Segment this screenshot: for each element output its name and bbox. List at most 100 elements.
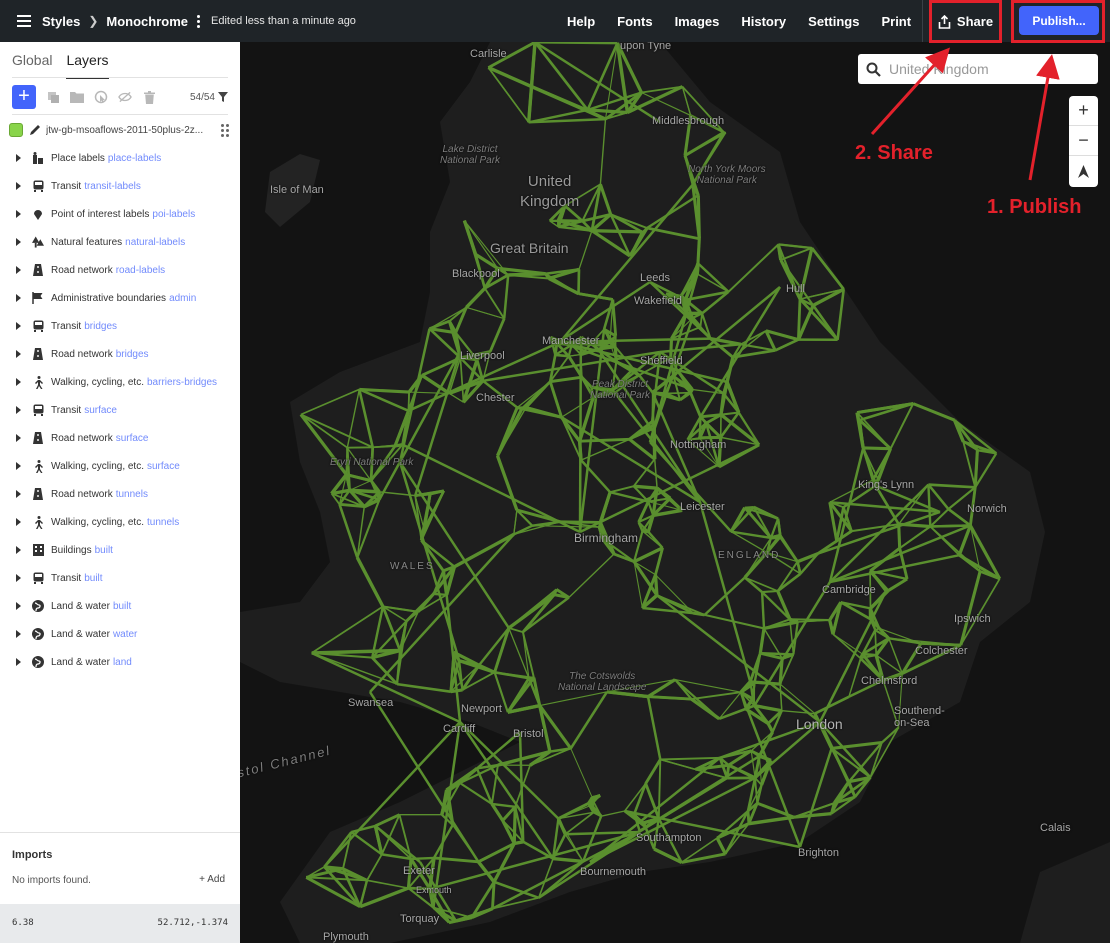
nav-fonts[interactable]: Fonts bbox=[606, 14, 663, 29]
layer-label: Transit bbox=[51, 572, 82, 584]
layer-label: Land & water bbox=[51, 628, 110, 640]
expand-caret-icon[interactable] bbox=[16, 434, 21, 442]
layer-id: tunnels bbox=[147, 516, 180, 528]
expand-caret-icon[interactable] bbox=[16, 182, 21, 190]
annotation-share: 2. Share bbox=[855, 142, 933, 164]
search-input[interactable] bbox=[889, 61, 1089, 77]
share-icon bbox=[938, 14, 951, 29]
expand-caret-icon[interactable] bbox=[16, 602, 21, 610]
walking-icon bbox=[32, 375, 44, 389]
layer-row[interactable]: Point of interest labels poi-labels bbox=[0, 200, 240, 228]
layer-id: bridges bbox=[84, 320, 118, 332]
layer-id: natural-labels bbox=[125, 236, 186, 248]
add-layer-button[interactable]: + bbox=[12, 85, 36, 109]
map-search-box bbox=[858, 54, 1098, 84]
layer-label: Natural features bbox=[51, 236, 123, 248]
layer-label: Walking, cycling, etc. bbox=[51, 460, 144, 472]
flow-line bbox=[930, 524, 971, 528]
menu-icon[interactable] bbox=[17, 15, 31, 27]
layer-label: Administrative boundaries bbox=[51, 292, 167, 304]
layer-row[interactable]: Walking, cycling, etc. tunnels bbox=[0, 508, 240, 536]
breadcrumb-style-name[interactable]: Monochrome bbox=[106, 14, 188, 29]
expand-caret-icon[interactable] bbox=[16, 350, 21, 358]
expand-caret-icon[interactable] bbox=[16, 490, 21, 498]
expand-caret-icon[interactable] bbox=[16, 658, 21, 666]
layer-row[interactable]: Land & water built bbox=[0, 592, 240, 620]
layer-row[interactable]: Land & water water bbox=[0, 620, 240, 648]
pencil-icon bbox=[29, 124, 41, 136]
layer-id: surface bbox=[115, 432, 149, 444]
tab-layers[interactable]: Layers bbox=[66, 52, 109, 79]
flow-line bbox=[762, 589, 778, 594]
layer-row[interactable]: Transit built bbox=[0, 564, 240, 592]
hide-icon[interactable] bbox=[118, 90, 132, 104]
layer-row[interactable]: Walking, cycling, etc. surface bbox=[0, 452, 240, 480]
expand-caret-icon[interactable] bbox=[16, 266, 21, 274]
duplicate-icon[interactable] bbox=[46, 90, 60, 104]
tab-global[interactable]: Global bbox=[12, 52, 52, 79]
zoom-in-button[interactable]: + bbox=[1069, 96, 1098, 126]
layer-row[interactable]: Land & water land bbox=[0, 648, 240, 676]
top-nav: Help Fonts Images History Settings Print bbox=[556, 0, 922, 42]
coordinates: 52.712,-1.374 bbox=[157, 918, 228, 928]
expand-caret-icon[interactable] bbox=[16, 574, 21, 582]
layer-row[interactable]: Transit transit-labels bbox=[0, 172, 240, 200]
expand-caret-icon[interactable] bbox=[16, 630, 21, 638]
expand-caret-icon[interactable] bbox=[16, 378, 21, 386]
expand-caret-icon[interactable] bbox=[16, 406, 21, 414]
layer-label: Place labels bbox=[51, 152, 105, 164]
layer-count[interactable]: 54/54 bbox=[190, 92, 228, 103]
nav-print[interactable]: Print bbox=[870, 14, 922, 29]
compass-button[interactable] bbox=[1069, 156, 1098, 186]
expand-caret-icon[interactable] bbox=[16, 462, 21, 470]
nav-help[interactable]: Help bbox=[556, 14, 606, 29]
layer-row[interactable]: Road network bridges bbox=[0, 340, 240, 368]
layer-row[interactable]: Walking, cycling, etc. barriers-bridges bbox=[0, 368, 240, 396]
expand-caret-icon[interactable] bbox=[16, 518, 21, 526]
flow-line bbox=[349, 488, 380, 494]
select-icon[interactable] bbox=[94, 90, 108, 104]
layer-list: Place labels place-labels Transit transit-l… bbox=[0, 144, 240, 676]
share-button[interactable]: Share bbox=[930, 2, 1001, 41]
layer-row[interactable]: Road network tunnels bbox=[0, 480, 240, 508]
layer-row[interactable]: Transit bridges bbox=[0, 312, 240, 340]
layer-row[interactable]: Place labels place-labels bbox=[0, 144, 240, 172]
road-icon bbox=[32, 264, 44, 276]
nav-images[interactable]: Images bbox=[664, 14, 731, 29]
more-options-icon[interactable] bbox=[197, 14, 200, 28]
folder-icon[interactable] bbox=[70, 90, 84, 104]
nav-settings[interactable]: Settings bbox=[797, 14, 870, 29]
divider bbox=[12, 77, 228, 78]
layer-color-swatch[interactable] bbox=[9, 123, 23, 137]
globe-icon bbox=[32, 600, 44, 612]
trash-icon[interactable] bbox=[142, 90, 156, 104]
expand-caret-icon[interactable] bbox=[16, 322, 21, 330]
layer-row[interactable]: Administrative boundaries admin bbox=[0, 284, 240, 312]
expand-caret-icon[interactable] bbox=[16, 294, 21, 302]
expand-caret-icon[interactable] bbox=[16, 154, 21, 162]
layer-row[interactable]: Natural features natural-labels bbox=[0, 228, 240, 256]
expand-caret-icon[interactable] bbox=[16, 210, 21, 218]
flow-line bbox=[920, 642, 961, 647]
divider bbox=[922, 0, 923, 42]
layer-row[interactable]: Transit surface bbox=[0, 396, 240, 424]
source-layer-row[interactable]: jtw-gb-msoaflows-2011-50plus-2z... bbox=[9, 122, 229, 138]
imports-empty-text: No imports found. bbox=[12, 875, 91, 886]
nav-history[interactable]: History bbox=[730, 14, 797, 29]
publish-button[interactable]: Publish... bbox=[1019, 6, 1099, 35]
layer-row[interactable]: Road network road-labels bbox=[0, 256, 240, 284]
breadcrumb-styles[interactable]: Styles bbox=[42, 14, 80, 29]
source-layer-name: jtw-gb-msoaflows-2011-50plus-2z... bbox=[46, 124, 204, 136]
drag-handle-icon[interactable] bbox=[221, 123, 229, 137]
map-canvas[interactable]: Carlisle upon Tyne Isle of Man United Ki… bbox=[240, 42, 1110, 943]
flow-line bbox=[512, 806, 517, 844]
add-import-button[interactable]: + Add bbox=[199, 874, 225, 885]
flow-line bbox=[408, 886, 430, 891]
layer-row[interactable]: Road network surface bbox=[0, 424, 240, 452]
zoom-out-button[interactable]: − bbox=[1069, 126, 1098, 156]
expand-caret-icon[interactable] bbox=[16, 546, 21, 554]
layer-label: Road network bbox=[51, 264, 113, 276]
layer-label: Transit bbox=[51, 404, 82, 416]
expand-caret-icon[interactable] bbox=[16, 238, 21, 246]
layer-row[interactable]: Buildings built bbox=[0, 536, 240, 564]
